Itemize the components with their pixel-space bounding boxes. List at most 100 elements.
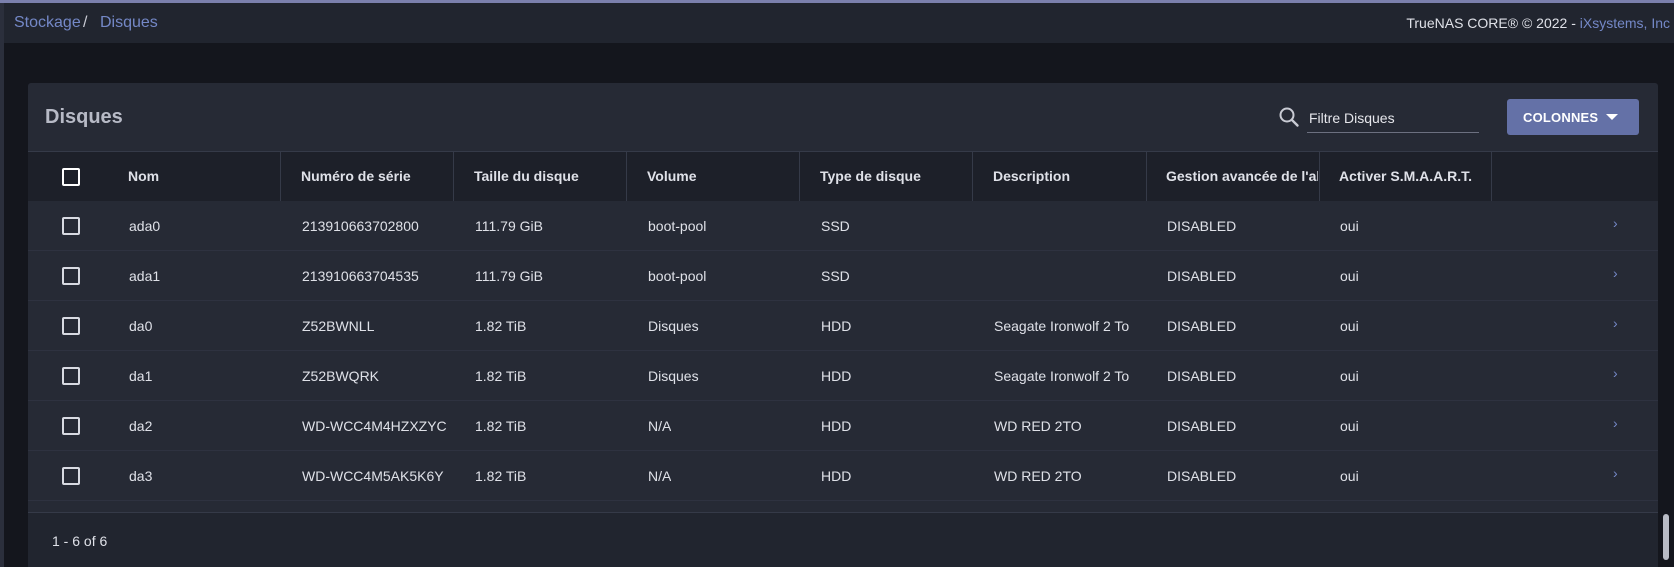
cell-name: ada1 — [129, 268, 161, 284]
breadcrumb-stockage[interactable]: Stockage — [14, 14, 81, 32]
chevron-right-icon[interactable]: › — [1613, 465, 1618, 481]
table-row[interactable]: da2 WD-WCC4M4HZXZYC 1.82 TiB N/A HDD WD … — [28, 401, 1658, 451]
cell-type: HDD — [821, 418, 852, 434]
cell-description: Seagate Ironwolf 2 To — [994, 368, 1130, 384]
column-divider — [1146, 152, 1147, 201]
chevron-right-icon[interactable]: › — [1613, 265, 1618, 281]
cell-size: 111.79 GiB — [475, 268, 543, 284]
table-row[interactable]: ada1 213910663704535 111.79 GiB boot-poo… — [28, 251, 1658, 301]
cell-serial: Z52BWNLL — [302, 318, 375, 334]
column-divider — [1319, 152, 1320, 201]
scrollbar-thumb[interactable] — [1663, 514, 1669, 560]
cell-type: SSD — [821, 268, 850, 284]
cell-name: ada0 — [129, 218, 161, 234]
table-header: Nom Numéro de série Taille du disque Vol… — [28, 151, 1658, 202]
top-bar: Stockage / Disques TrueNAS CORE® © 2022 … — [4, 3, 1674, 43]
window-left-border — [0, 3, 4, 567]
breadcrumb-separator: / — [83, 14, 88, 31]
column-divider — [280, 152, 281, 201]
column-header-volume[interactable]: Volume — [647, 152, 697, 201]
cell-pool: N/A — [648, 418, 672, 434]
cell-description: WD RED 2TO — [994, 468, 1082, 484]
table-footer: 1 - 6 of 6 — [28, 512, 1658, 567]
select-all-checkbox[interactable] — [62, 168, 80, 186]
filter-disks-input[interactable] — [1307, 103, 1479, 133]
cell-smart: oui — [1340, 318, 1359, 334]
chevron-right-icon[interactable]: › — [1613, 415, 1618, 431]
cell-apm: DISABLED — [1167, 218, 1237, 234]
cell-type: HDD — [821, 468, 852, 484]
cell-name: da0 — [129, 318, 153, 334]
cell-apm: DISABLED — [1167, 468, 1237, 484]
column-header-serial[interactable]: Numéro de série — [301, 152, 411, 201]
cell-name: da2 — [129, 418, 153, 434]
table-row[interactable]: da1 Z52BWQRK 1.82 TiB Disques HDD Seagat… — [28, 351, 1658, 401]
company-link[interactable]: iXsystems, Inc — [1580, 15, 1670, 31]
cell-apm: DISABLED — [1167, 418, 1237, 434]
cell-type: HDD — [821, 318, 852, 334]
cell-smart: oui — [1340, 368, 1359, 384]
row-checkbox[interactable] — [62, 367, 80, 385]
table-row[interactable]: da0 Z52BWNLL 1.82 TiB Disques HDD Seagat… — [28, 301, 1658, 351]
columns-button[interactable]: COLONNES — [1507, 99, 1639, 135]
cell-apm: DISABLED — [1167, 268, 1237, 284]
table-row[interactable]: ada0 213910663702800 111.79 GiB boot-poo… — [28, 201, 1658, 251]
copyright-prefix: TrueNAS CORE® © 2022 - — [1406, 15, 1580, 31]
cell-name: da1 — [129, 368, 153, 384]
column-header-smart[interactable]: Activer S.M.A.A.R.T. — [1339, 152, 1472, 201]
breadcrumb-disques[interactable]: Disques — [100, 14, 158, 32]
row-checkbox[interactable] — [62, 417, 80, 435]
cell-type: HDD — [821, 368, 852, 384]
search-icon[interactable] — [1278, 106, 1300, 128]
cell-pool: Disques — [648, 318, 699, 334]
cell-pool: Disques — [648, 368, 699, 384]
cell-apm: DISABLED — [1167, 318, 1237, 334]
cell-apm: DISABLED — [1167, 368, 1237, 384]
table-row[interactable]: da3 WD-WCC4M5AK5K6Y 1.82 TiB N/A HDD WD … — [28, 451, 1658, 501]
cell-serial: WD-WCC4M5AK5K6Y — [302, 468, 444, 484]
cell-smart: oui — [1340, 218, 1359, 234]
cell-serial: Z52BWQRK — [302, 368, 380, 384]
cell-smart: oui — [1340, 468, 1359, 484]
row-checkbox[interactable] — [62, 267, 80, 285]
cell-size: 1.82 TiB — [475, 418, 527, 434]
column-divider — [626, 152, 627, 201]
cell-description: WD RED 2TO — [994, 418, 1082, 434]
cell-size: 1.82 TiB — [475, 368, 527, 384]
cell-size: 1.82 TiB — [475, 318, 527, 334]
cell-smart: oui — [1340, 418, 1359, 434]
column-header-type[interactable]: Type de disque — [820, 152, 921, 201]
row-checkbox[interactable] — [62, 217, 80, 235]
chevron-right-icon[interactable]: › — [1613, 315, 1618, 331]
cell-size: 1.82 TiB — [475, 468, 527, 484]
pagination-label: 1 - 6 of 6 — [52, 533, 108, 549]
column-divider — [972, 152, 973, 201]
column-header-size[interactable]: Taille du disque — [474, 152, 579, 201]
cell-pool: boot-pool — [648, 218, 707, 234]
column-divider — [453, 152, 454, 201]
cell-serial: WD-WCC4M4HZXZYC — [302, 418, 447, 434]
cell-pool: boot-pool — [648, 268, 707, 284]
cell-smart: oui — [1340, 268, 1359, 284]
cell-description: Seagate Ironwolf 2 To — [994, 318, 1130, 334]
cell-pool: N/A — [648, 468, 672, 484]
column-divider — [799, 152, 800, 201]
cell-serial: 213910663702800 — [302, 218, 419, 234]
copyright-text: TrueNAS CORE® © 2022 - iXsystems, Inc — [1406, 15, 1670, 31]
cell-serial: 213910663704535 — [302, 268, 419, 284]
cell-size: 111.79 GiB — [475, 218, 543, 234]
card-title: Disques — [45, 106, 123, 128]
column-divider — [1491, 152, 1492, 201]
column-header-nom[interactable]: Nom — [128, 152, 159, 201]
column-header-power-management[interactable]: Gestion avancée de l'alimentation — [1166, 152, 1318, 201]
disks-card: Disques COLONNES Nom Numéro de série Tai… — [28, 83, 1658, 567]
cell-name: da3 — [129, 468, 153, 484]
chevron-right-icon[interactable]: › — [1613, 365, 1618, 381]
caret-down-icon — [1606, 114, 1618, 120]
row-checkbox[interactable] — [62, 317, 80, 335]
cell-type: SSD — [821, 218, 850, 234]
row-checkbox[interactable] — [62, 467, 80, 485]
chevron-right-icon[interactable]: › — [1613, 215, 1618, 231]
columns-button-label: COLONNES — [1523, 110, 1599, 125]
column-header-description[interactable]: Description — [993, 152, 1070, 201]
